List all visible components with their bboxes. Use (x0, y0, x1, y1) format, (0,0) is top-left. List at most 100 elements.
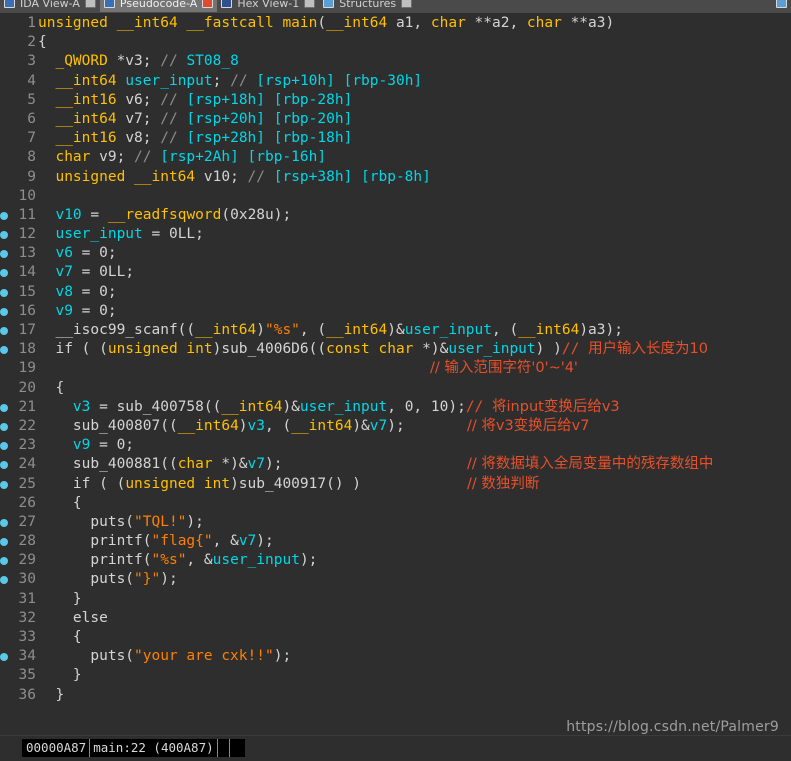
close-icon[interactable] (202, 0, 214, 8)
code-line[interactable]: 28 printf("flag{", &v7); (0, 532, 791, 551)
code-line[interactable]: 26 { (0, 494, 791, 513)
tab-ida-view-a[interactable]: IDA View-A (0, 0, 100, 12)
code-line[interactable]: 20 { (0, 379, 791, 398)
code-line[interactable]: 3 _QWORD *v3; // ST08_8 (0, 52, 791, 71)
code-line[interactable]: 5 __int16 v6; // [rsp+18h] [rbp-28h] (0, 91, 791, 110)
code-line[interactable]: 4 __int64 user_input; // [rsp+10h] [rbp-… (0, 72, 791, 91)
close-icon[interactable] (84, 0, 96, 8)
code-line[interactable]: 35 } (0, 666, 791, 685)
token: [rsp+10h] [rbp-30h] (256, 72, 423, 89)
line-number: 7 (27, 130, 36, 147)
token: __int64 (326, 15, 396, 31)
code-line[interactable]: 24 sub_400881((char *)&v7);// 将数据填入全局变量中… (0, 455, 791, 474)
code-line[interactable]: 14 v7 = 0LL; (0, 263, 791, 282)
code-line[interactable]: 6 __int64 v7; // [rsp+20h] [rbp-20h] (0, 110, 791, 129)
code-text: _QWORD *v3; // ST08_8 (38, 53, 238, 69)
code-line[interactable]: 23 v9 = 0; (0, 436, 791, 455)
token: 将input变换后给v3 (492, 398, 620, 415)
token: = 0; (72, 302, 117, 319)
code-line[interactable]: 22 sub_400807((__int64)v3, (__int64)&v7)… (0, 417, 791, 436)
structures-icon (323, 0, 335, 8)
breakpoint-dot-icon[interactable] (0, 231, 8, 240)
token: , (413, 15, 431, 31)
code-line[interactable]: 31 } (0, 590, 791, 609)
status-fields: 00000A87 main:22 (400A87) (22, 739, 245, 757)
breakpoint-dot-icon[interactable] (0, 288, 8, 297)
tab-structures[interactable]: Structures (319, 0, 417, 12)
code-line[interactable]: 34 puts("your are cxk!!"); (0, 647, 791, 666)
code-text: puts("}"); (38, 571, 177, 587)
breakpoint-dot-icon[interactable] (0, 403, 8, 412)
code-line[interactable]: 30 puts("}"); (0, 570, 791, 589)
token: { (38, 629, 82, 645)
token: unsigned int (125, 475, 231, 492)
tab-pseudocode-a[interactable]: Pseudocode-A (99, 0, 218, 12)
code-line[interactable]: 21 v3 = sub_400758((__int64)&user_input,… (0, 398, 791, 417)
close-icon[interactable] (304, 0, 316, 8)
code-text: v10 = __readfsqword(0x28u); (38, 207, 291, 223)
code-line[interactable]: 13 v6 = 0; (0, 244, 791, 263)
token: [rsp+28h] [rbp-18h] (186, 130, 353, 147)
code-line[interactable]: 16 v9 = 0; (0, 302, 791, 321)
code-text: printf("%s", &user_input); (38, 552, 317, 568)
status-offset: 00000A87 (23, 739, 91, 757)
code-line[interactable]: 11 v10 = __readfsqword(0x28u); (0, 206, 791, 225)
token: = (81, 206, 108, 223)
token: { (38, 494, 82, 511)
code-line[interactable]: 29 printf("%s", &user_input); (0, 551, 791, 570)
line-number: 32 (18, 609, 36, 626)
status-field-4 (230, 739, 244, 757)
code-text: { (38, 495, 82, 511)
code-line[interactable]: 9 unsigned __int64 v10; // [rsp+38h] [rb… (0, 168, 791, 187)
token: , & (186, 552, 213, 569)
token: user_input (448, 341, 536, 358)
tab-hex-view-1[interactable]: Hex View-1 (217, 0, 320, 12)
token: // (134, 149, 161, 166)
breakpoint-dot-icon[interactable] (0, 327, 8, 335)
breakpoint-dot-icon[interactable] (0, 518, 8, 527)
code-line[interactable]: 10 (0, 187, 791, 206)
code-text: v3 = sub_400758((__int64)&user_input, 0,… (38, 399, 620, 415)
token: v7 (238, 533, 257, 550)
line-number: 10 (18, 187, 36, 204)
code-line[interactable]: 1 unsigned __int64 __fastcall main(__int6… (0, 14, 791, 33)
code-line[interactable]: 15 v8 = 0; (0, 283, 791, 302)
code-line[interactable]: 36 } (0, 686, 791, 705)
token: ); (256, 533, 274, 550)
line-number: 3 (27, 53, 36, 70)
token: )& (387, 322, 405, 338)
token: v9 (72, 437, 91, 454)
token: = 0; (90, 437, 135, 454)
breakpoint-dot-icon[interactable] (0, 480, 8, 489)
code-line[interactable]: 27 puts("TQL!"); (0, 513, 791, 532)
token: if ( ( (38, 341, 108, 358)
token: { (38, 379, 65, 396)
code-line[interactable]: 33 { (0, 628, 791, 647)
code-text: __int64 v7; // [rsp+20h] [rbp-20h] (38, 111, 352, 127)
code-text: v7 = 0LL; (38, 264, 134, 280)
breakpoint-dot-icon[interactable] (0, 211, 8, 220)
code-line[interactable]: 25 if ( (unsigned int)sub_400917() )// 数… (0, 475, 791, 494)
breakpoint-dot-icon[interactable] (0, 307, 8, 316)
line-number: 33 (18, 629, 36, 645)
pseudocode-icon (103, 0, 115, 8)
code-line[interactable]: 32 else (0, 609, 791, 628)
tab-overflow-button[interactable] (772, 0, 791, 12)
token: *)& (422, 341, 449, 358)
code-text: user_input = 0LL; (38, 226, 203, 242)
code-line[interactable]: 17 __isoc99_scanf((__int64)"%s", (__int6… (0, 321, 791, 340)
code-line[interactable]: 2{ (0, 33, 791, 52)
close-icon[interactable] (401, 0, 413, 8)
code-line[interactable]: 8 char v9; // [rsp+2Ah] [rbp-16h] (0, 148, 791, 167)
pseudocode-view[interactable]: 1 unsigned __int64 __fastcall main(__int6… (0, 13, 791, 735)
token: // (230, 72, 257, 89)
line-number: 19 (18, 360, 36, 377)
code-text: __int64 user_input; // [rsp+10h] [rbp-30… (38, 73, 422, 89)
code-line[interactable]: 12 user_input = 0LL; (0, 225, 791, 244)
code-line[interactable]: 7 __int16 v8; // [rsp+28h] [rbp-18h] (0, 129, 791, 148)
code-line[interactable]: 19 // 输入范围字符'0'~'4' (0, 359, 791, 378)
code-line[interactable]: 18 if ( (unsigned int)sub_4006D6((const … (0, 340, 791, 359)
breakpoint-dot-icon[interactable] (0, 422, 8, 431)
breakpoint-dot-icon[interactable] (0, 538, 8, 547)
